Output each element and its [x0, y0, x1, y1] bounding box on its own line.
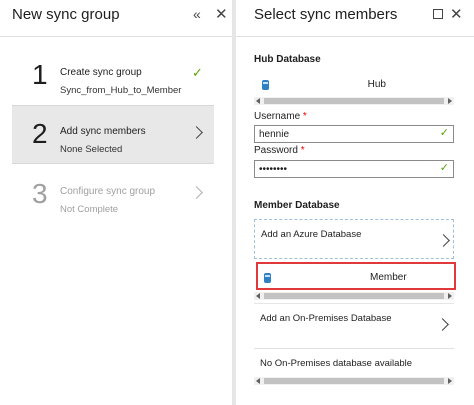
checkmark-icon: ✓ — [192, 65, 203, 80]
chevron-right-icon — [190, 186, 203, 199]
scroll-thumb[interactable] — [264, 293, 444, 299]
on-premises-horizontal-scrollbar[interactable] — [254, 377, 454, 385]
step-name: Add sync members — [60, 126, 146, 137]
step-subtitle: None Selected — [60, 144, 123, 155]
collapse-icon[interactable]: « — [193, 6, 201, 22]
member-database-heading: Member Database — [254, 200, 340, 211]
step-subtitle: Not Complete — [60, 204, 119, 215]
close-icon[interactable]: ✕ — [450, 5, 463, 23]
sql-database-icon — [262, 80, 269, 90]
scroll-right-icon[interactable] — [448, 293, 452, 299]
scroll-thumb[interactable] — [264, 378, 444, 384]
username-value: hennie — [259, 129, 290, 140]
blade-title: Select sync members — [254, 6, 398, 23]
add-azure-database-label: Add an Azure Database — [261, 229, 362, 240]
step-number: 3 — [32, 178, 48, 209]
step-number: 1 — [32, 59, 48, 90]
add-on-premises-database-button[interactable]: Add an On-Premises Database — [254, 303, 454, 345]
add-on-premises-database-label: Add an On-Premises Database — [260, 313, 392, 324]
member-database-name: Member — [370, 272, 407, 283]
scroll-left-icon[interactable] — [256, 98, 260, 104]
chevron-right-icon — [437, 234, 450, 247]
password-label: Password * — [254, 145, 305, 156]
step-create-sync-group[interactable]: 1 Create sync group Sync_from_Hub_to_Mem… — [12, 47, 214, 106]
add-azure-database-button[interactable]: Add an Azure Database — [254, 219, 454, 259]
checkmark-icon: ✓ — [439, 127, 449, 139]
new-sync-group-blade: New sync group « ✕ 1 Create sync group S… — [0, 0, 232, 405]
on-premises-status-text: No On-Premises database available — [254, 348, 454, 376]
password-value: •••••••• — [259, 164, 288, 175]
header-divider — [236, 36, 474, 37]
member-database-row[interactable]: Member — [256, 262, 456, 290]
hub-horizontal-scrollbar[interactable] — [254, 97, 454, 105]
sql-database-icon — [264, 273, 271, 283]
hub-database-heading: Hub Database — [254, 54, 321, 65]
step-configure-sync-group: 3 Configure sync group Not Complete — [12, 166, 214, 225]
maximize-icon[interactable] — [433, 9, 443, 19]
password-input[interactable]: •••••••• ✓ — [254, 160, 454, 178]
hub-database-row[interactable]: Hub — [254, 74, 454, 96]
chevron-right-icon — [436, 318, 449, 331]
password-label-text: Password — [254, 145, 298, 156]
chevron-right-icon — [190, 126, 203, 139]
close-icon[interactable]: ✕ — [215, 5, 228, 23]
step-subtitle: Sync_from_Hub_to_Member — [60, 85, 182, 96]
scroll-left-icon[interactable] — [256, 378, 260, 384]
header-divider — [0, 36, 232, 37]
username-label-text: Username — [254, 111, 301, 122]
hub-database-name: Hub — [367, 79, 386, 90]
checkmark-icon: ✓ — [439, 162, 449, 174]
step-number: 2 — [32, 118, 48, 149]
scroll-right-icon[interactable] — [448, 378, 452, 384]
step-name: Configure sync group — [60, 186, 156, 197]
step-add-sync-members[interactable]: 2 Add sync members None Selected — [12, 105, 214, 164]
blade-title: New sync group — [12, 6, 120, 23]
step-name: Create sync group — [60, 67, 142, 78]
username-label: Username * — [254, 111, 307, 122]
scroll-right-icon[interactable] — [448, 98, 452, 104]
scroll-left-icon[interactable] — [256, 293, 260, 299]
required-mark: * — [300, 145, 305, 156]
username-input[interactable]: hennie ✓ — [254, 125, 454, 143]
select-sync-members-blade: Select sync members ✕ Hub Database Hub U… — [236, 0, 474, 405]
member-horizontal-scrollbar[interactable] — [254, 292, 454, 300]
required-mark: * — [302, 111, 307, 122]
scroll-thumb[interactable] — [264, 98, 444, 104]
